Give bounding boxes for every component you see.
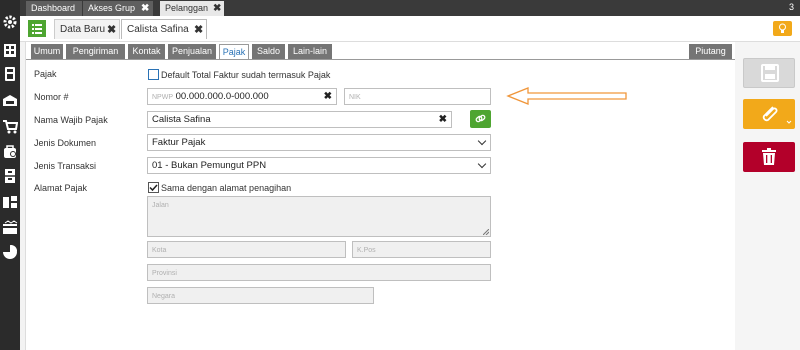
clear-icon[interactable]: ✖	[439, 112, 447, 127]
close-icon[interactable]: ✖	[107, 20, 116, 40]
negara-placeholder: Negara	[152, 293, 175, 300]
tab-label: Data Baru	[60, 24, 106, 35]
paperclip-icon	[762, 106, 792, 124]
check-icon	[149, 184, 158, 192]
kpos-input[interactable]: K.Pos	[352, 241, 491, 258]
jenis-transaksi-select[interactable]: 01 - Bukan Pemungut PPN	[147, 157, 491, 174]
pajak-include-label: Default Total Faktur sudah termasuk Paja…	[161, 70, 331, 80]
save-icon	[761, 64, 779, 82]
tab-label: Dashboard	[31, 3, 76, 13]
kota-input[interactable]: Kota	[147, 241, 346, 258]
link-icon	[475, 114, 486, 123]
link-button[interactable]	[470, 110, 491, 128]
close-icon[interactable]: ✖	[213, 1, 221, 16]
box-icon[interactable]	[2, 92, 18, 108]
jenis-dokumen-label: Jenis Dokumen	[34, 138, 97, 148]
list-icon	[32, 24, 42, 34]
card-icon[interactable]	[2, 220, 18, 236]
tab-saldo[interactable]: Saldo	[252, 44, 285, 59]
gear-icon[interactable]	[2, 14, 18, 30]
tab-lain-lain[interactable]: Lain-lain	[288, 44, 332, 59]
pajak-label: Pajak	[34, 69, 57, 79]
window-count: 3	[788, 2, 794, 12]
tab-penjualan[interactable]: Penjualan	[168, 44, 216, 59]
provinsi-placeholder: Provinsi	[152, 270, 177, 277]
tab-divider	[26, 59, 736, 60]
nik-placeholder: NIK	[349, 94, 361, 101]
tab-pelanggan-close[interactable]: ✖	[213, 1, 229, 16]
chevron-down-icon	[477, 159, 487, 169]
tab-data-baru[interactable]: Data Baru ✖	[54, 19, 120, 39]
nama-value: Calista Safina	[152, 114, 211, 125]
tips-button[interactable]	[773, 21, 792, 36]
save-button[interactable]	[743, 58, 795, 88]
action-bar	[735, 42, 800, 350]
jenis-dokumen-value: Faktur Pajak	[152, 137, 206, 148]
tab-umum[interactable]: Umum	[31, 44, 63, 59]
cabinet-icon[interactable]	[2, 168, 18, 184]
jenis-transaksi-label: Jenis Transaksi	[34, 161, 97, 171]
tab-dashboard[interactable]: Dashboard	[26, 1, 82, 16]
nik-input[interactable]: NIK	[344, 88, 491, 105]
top-tab-bar: Dashboard Akses Grup ✖ Pelanggan ✖ 3	[20, 0, 800, 16]
npwp-prefix: NPWP	[152, 94, 173, 101]
pie-chart-icon[interactable]	[2, 244, 18, 260]
cart-icon[interactable]	[2, 118, 18, 134]
tab-piutang[interactable]: Piutang	[689, 44, 732, 59]
lightbulb-icon	[779, 23, 786, 33]
tab-calista-safina[interactable]: Calista Safina ✖	[121, 19, 207, 39]
provinsi-input[interactable]: Provinsi	[147, 264, 491, 281]
nomor-label: Nomor #	[34, 92, 69, 102]
nama-wajib-pajak-label: Nama Wajib Pajak	[34, 115, 108, 125]
warehouse-icon[interactable]	[2, 194, 18, 210]
jalan-placeholder: Jalan	[152, 202, 169, 209]
same-address-label: Sama dengan alamat penagihan	[161, 183, 292, 193]
negara-input[interactable]: Negara	[147, 287, 374, 304]
list-view-button[interactable]	[28, 20, 46, 37]
bag-icon[interactable]	[2, 143, 18, 159]
jalan-textarea[interactable]: Jalan	[147, 196, 491, 237]
close-icon[interactable]: ✖	[141, 1, 149, 16]
building-icon[interactable]	[2, 42, 18, 58]
kota-placeholder: Kota	[152, 247, 167, 254]
tab-label: Pelanggan	[165, 3, 209, 13]
kpos-placeholder: K.Pos	[357, 247, 376, 254]
delete-button[interactable]	[743, 142, 795, 172]
tab-pengiriman[interactable]: Pengiriman	[66, 44, 125, 59]
tab-akses-grup[interactable]: Akses Grup ✖	[83, 1, 153, 16]
alamat-pajak-label: Alamat Pajak	[34, 183, 88, 193]
jenis-transaksi-value: 01 - Bukan Pemungut PPN	[152, 160, 267, 171]
pajak-include-checkbox[interactable]	[148, 69, 159, 80]
npwp-value: 00.000.000.0-000.000	[175, 91, 269, 102]
annotation-arrow	[506, 87, 627, 105]
tab-pajak[interactable]: Pajak	[219, 44, 249, 59]
calculator-icon[interactable]	[2, 66, 18, 82]
attach-button[interactable]	[743, 99, 795, 129]
clear-icon[interactable]: ✖	[324, 89, 332, 104]
record-tab-bar: Data Baru ✖ Calista Safina ✖	[20, 16, 800, 42]
same-address-checkbox[interactable]	[148, 182, 159, 193]
close-icon[interactable]: ✖	[194, 20, 203, 40]
trash-icon	[762, 148, 776, 165]
npwp-input[interactable]: NPWP 00.000.000.0-000.000 ✖	[147, 88, 337, 105]
tab-label: Calista Safina	[127, 24, 189, 35]
form-panel: Umum Pengiriman Kontak Penjualan Pajak S…	[25, 42, 736, 350]
jenis-dokumen-select[interactable]: Faktur Pajak	[147, 134, 491, 151]
resize-handle-icon[interactable]	[483, 229, 489, 235]
chevron-down-icon	[477, 136, 487, 146]
sidebar	[0, 0, 20, 350]
tab-kontak[interactable]: Kontak	[128, 44, 165, 59]
tab-label: Akses Grup	[88, 3, 136, 13]
nama-wajib-pajak-input[interactable]: Calista Safina ✖	[147, 111, 452, 128]
